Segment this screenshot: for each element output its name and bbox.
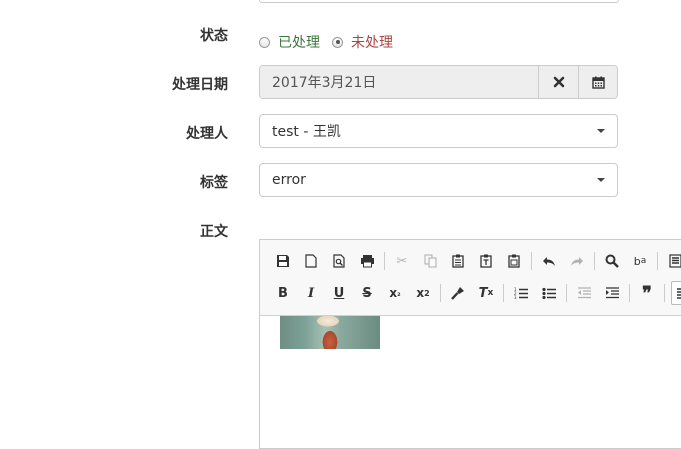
- tag-select-value: error: [272, 172, 306, 188]
- editor-toolbar: ✂ ba B I U S x ₂ x 2 T x 1 2 3 ❞: [260, 240, 681, 316]
- paste-text-icon[interactable]: [475, 249, 497, 273]
- undo-icon[interactable]: [538, 249, 560, 273]
- toolbar-separator: [384, 252, 385, 270]
- new-document-icon[interactable]: [300, 249, 322, 273]
- clear-date-button[interactable]: [538, 66, 578, 98]
- template-icon[interactable]: [664, 249, 681, 273]
- status-unprocessed-label[interactable]: 未处理: [351, 32, 393, 52]
- underline-icon[interactable]: U: [328, 281, 350, 305]
- replace-icon[interactable]: ba: [629, 249, 651, 273]
- date-picker: 2017年3月21日: [259, 65, 618, 99]
- toolbar-separator: [503, 284, 504, 302]
- save-icon[interactable]: [272, 249, 294, 273]
- embedded-image[interactable]: [280, 316, 380, 349]
- copy-icon[interactable]: [419, 249, 441, 273]
- tag-select[interactable]: error: [259, 163, 618, 197]
- toolbar-separator: [594, 252, 595, 270]
- toolbar-row-1: ✂ ba: [272, 249, 681, 273]
- cut-icon[interactable]: ✂: [391, 249, 413, 273]
- toolbar-separator: [629, 284, 630, 302]
- toolbar-separator: [440, 284, 441, 302]
- paste-icon[interactable]: [447, 249, 469, 273]
- rich-text-editor: ✂ ba B I U S x ₂ x 2 T x 1 2 3 ❞: [259, 239, 681, 449]
- toolbar-separator: [657, 252, 658, 270]
- strikethrough-icon[interactable]: S: [356, 281, 378, 305]
- indent-icon[interactable]: [601, 281, 623, 305]
- status-unprocessed-radio[interactable]: [332, 36, 343, 48]
- find-icon[interactable]: [601, 249, 623, 273]
- tag-label: 标签: [200, 175, 228, 191]
- numbered-list-icon[interactable]: 123: [510, 281, 532, 305]
- align-left-icon[interactable]: [671, 281, 681, 305]
- paste-word-icon[interactable]: [503, 249, 525, 273]
- toolbar-row-2: B I U S x₂ x2 Tx 123 ❞: [272, 281, 681, 305]
- italic-icon[interactable]: I: [300, 281, 322, 305]
- handler-select[interactable]: test - 王凯: [259, 114, 618, 148]
- status-label: 状态: [200, 28, 228, 44]
- preview-icon[interactable]: [328, 249, 350, 273]
- subscript-icon[interactable]: x₂: [384, 281, 406, 305]
- date-label: 处理日期: [172, 77, 228, 93]
- close-icon: [553, 76, 564, 88]
- toolbar-separator: [664, 284, 665, 302]
- date-input[interactable]: 2017年3月21日: [260, 66, 538, 98]
- chevron-down-icon: [597, 129, 605, 133]
- toolbar-separator: [531, 252, 532, 270]
- bulleted-list-icon[interactable]: [538, 281, 560, 305]
- status-radio-group: 已处理 未处理: [259, 32, 405, 52]
- body-label: 正文: [200, 224, 228, 240]
- open-calendar-button[interactable]: [578, 66, 617, 98]
- chevron-down-icon: [597, 178, 605, 182]
- handler-label: 处理人: [186, 126, 228, 142]
- outdent-icon[interactable]: [573, 281, 595, 305]
- previous-field-bottom-edge: [259, 0, 619, 3]
- redo-icon[interactable]: [566, 249, 588, 273]
- blockquote-icon[interactable]: ❞: [636, 281, 658, 305]
- bold-icon[interactable]: B: [272, 281, 294, 305]
- format-painter-icon[interactable]: [447, 281, 469, 305]
- status-processed-label[interactable]: 已处理: [278, 32, 320, 52]
- status-processed-radio[interactable]: [259, 36, 270, 48]
- print-icon[interactable]: [356, 249, 378, 273]
- svg-text:3: 3: [514, 295, 517, 299]
- toolbar-separator: [566, 284, 567, 302]
- superscript-icon[interactable]: x2: [412, 281, 434, 305]
- handler-select-value: test - 王凯: [272, 124, 341, 140]
- calendar-icon: [591, 76, 605, 89]
- clear-format-icon[interactable]: Tx: [475, 281, 497, 305]
